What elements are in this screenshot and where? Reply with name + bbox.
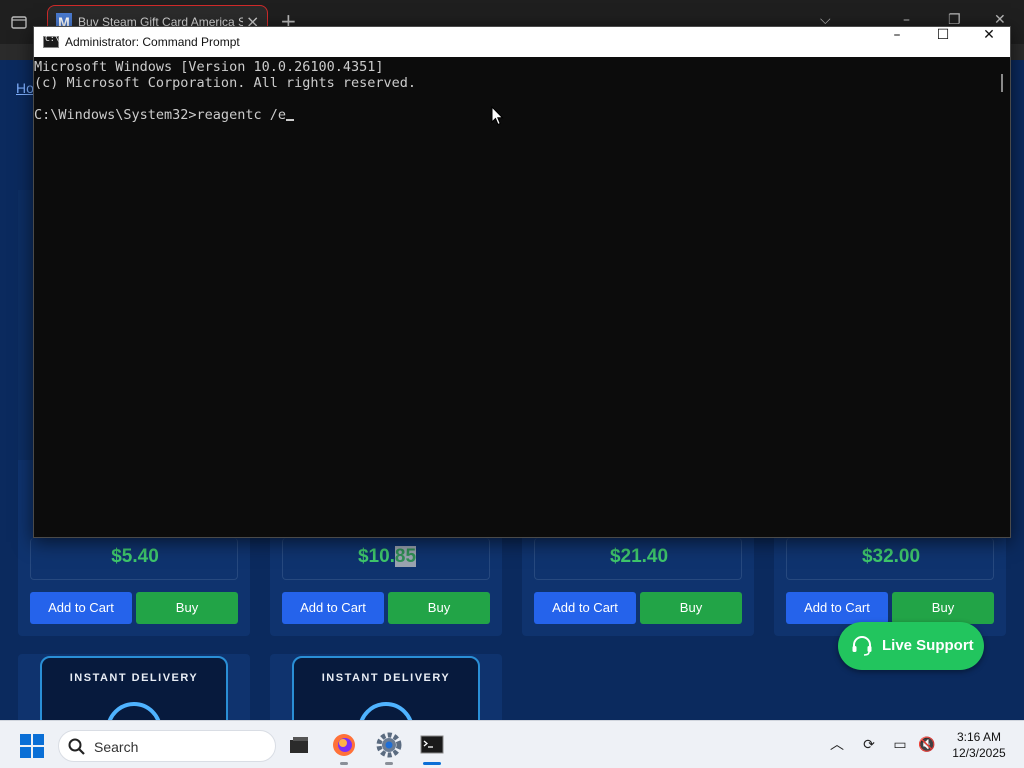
buy-button[interactable]: Buy (388, 592, 490, 624)
instant-delivery-label: INSTANT DELIVERY (321, 672, 451, 684)
app-active-indicator (423, 762, 441, 765)
tab-list-icon[interactable] (10, 13, 28, 31)
search-icon (68, 738, 85, 755)
product-card-instant-delivery[interactable]: INSTANT DELIVERY (18, 654, 250, 720)
command-prompt-icon: C:\ (43, 34, 59, 48)
window-title: Administrator: Command Prompt (65, 35, 240, 49)
firefox-icon (333, 734, 355, 756)
add-to-cart-button[interactable]: Add to Cart (30, 592, 132, 624)
headset-icon (852, 636, 872, 656)
price-box: $10.85 (282, 538, 490, 580)
file-explorer-icon (290, 737, 308, 753)
settings-button[interactable] (371, 729, 407, 765)
minimize-button[interactable]: – (874, 27, 920, 57)
selected-price-text: 85 (394, 546, 417, 567)
price-box: $5.40 (30, 538, 238, 580)
breadcrumb-home-link[interactable]: Ho (16, 80, 34, 96)
settings-icon (376, 732, 402, 758)
console-command-text: C:\Windows\System32>reagentc /e (34, 107, 286, 123)
product-card-instant-delivery[interactable]: INSTANT DELIVERY (270, 654, 502, 720)
mouse-pointer-icon (491, 106, 504, 126)
taskbar-search-box[interactable]: Search (58, 730, 276, 762)
text-cursor (285, 119, 294, 121)
close-button[interactable]: ✕ (966, 27, 1012, 57)
price-box: $32.00 (786, 538, 994, 580)
product-price: $5.40 (111, 546, 159, 567)
buy-button[interactable]: Buy (892, 592, 994, 624)
instant-delivery-banner: INSTANT DELIVERY (292, 656, 480, 720)
add-to-cart-button[interactable]: Add to Cart (282, 592, 384, 624)
app-running-indicator (385, 762, 393, 765)
taskbar-clock[interactable]: 3:16 AM 12/3/2025 (944, 729, 1014, 761)
sync-alert-icon[interactable]: ⟳ (859, 735, 879, 755)
file-explorer-button[interactable] (281, 729, 317, 763)
price-box: $21.40 (534, 538, 742, 580)
cmd-title-bar[interactable]: C:\ Administrator: Command Prompt – ☐ ✕ (34, 27, 1010, 57)
steam-logo-icon (358, 702, 414, 720)
command-prompt-window[interactable]: C:\ Administrator: Command Prompt – ☐ ✕ … (33, 26, 1011, 538)
console-line: Microsoft Windows [Version 10.0.26100.43… (34, 59, 384, 75)
instant-delivery-label: INSTANT DELIVERY (69, 672, 199, 684)
live-support-label: Live Support (882, 637, 974, 654)
maximize-button[interactable]: ☐ (920, 27, 966, 57)
console-line: (c) Microsoft Corporation. All rights re… (34, 75, 417, 91)
console-output[interactable]: Microsoft Windows [Version 10.0.26100.43… (34, 57, 994, 537)
live-support-button[interactable]: Live Support (838, 622, 984, 670)
product-price: $32.00 (861, 546, 921, 567)
console-prompt-line[interactable]: C:\Windows\System32>reagentc /e (34, 107, 994, 123)
product-price: $21.40 (609, 546, 669, 567)
volume-muted-icon[interactable]: 🔇 (917, 735, 937, 755)
vertical-scrollbar[interactable] (994, 57, 1010, 537)
buy-button[interactable]: Buy (640, 592, 742, 624)
clock-time: 3:16 AM (956, 730, 1002, 744)
buy-button[interactable]: Buy (136, 592, 238, 624)
instant-delivery-banner: INSTANT DELIVERY (40, 656, 228, 720)
command-prompt-icon (420, 735, 444, 754)
windows-start-icon[interactable] (20, 734, 44, 758)
command-prompt-taskbar-button[interactable] (414, 729, 450, 765)
add-to-cart-button[interactable]: Add to Cart (534, 592, 636, 624)
search-placeholder: Search (94, 739, 139, 755)
chevron-up-icon[interactable]: ︿ (827, 735, 847, 755)
taskbar: Search ︿ ⟳ ▭ 🔇 3:16 AM 12/3/2025 (0, 720, 1024, 768)
network-icon[interactable]: ▭ (890, 735, 910, 755)
steam-logo-icon (106, 702, 162, 720)
scrollbar-thumb[interactable] (1001, 74, 1003, 92)
product-price: $10.85 (357, 546, 417, 567)
clock-date: 12/3/2025 (952, 746, 1006, 760)
firefox-button[interactable] (326, 729, 362, 765)
app-running-indicator (340, 762, 348, 765)
add-to-cart-button[interactable]: Add to Cart (786, 592, 888, 624)
